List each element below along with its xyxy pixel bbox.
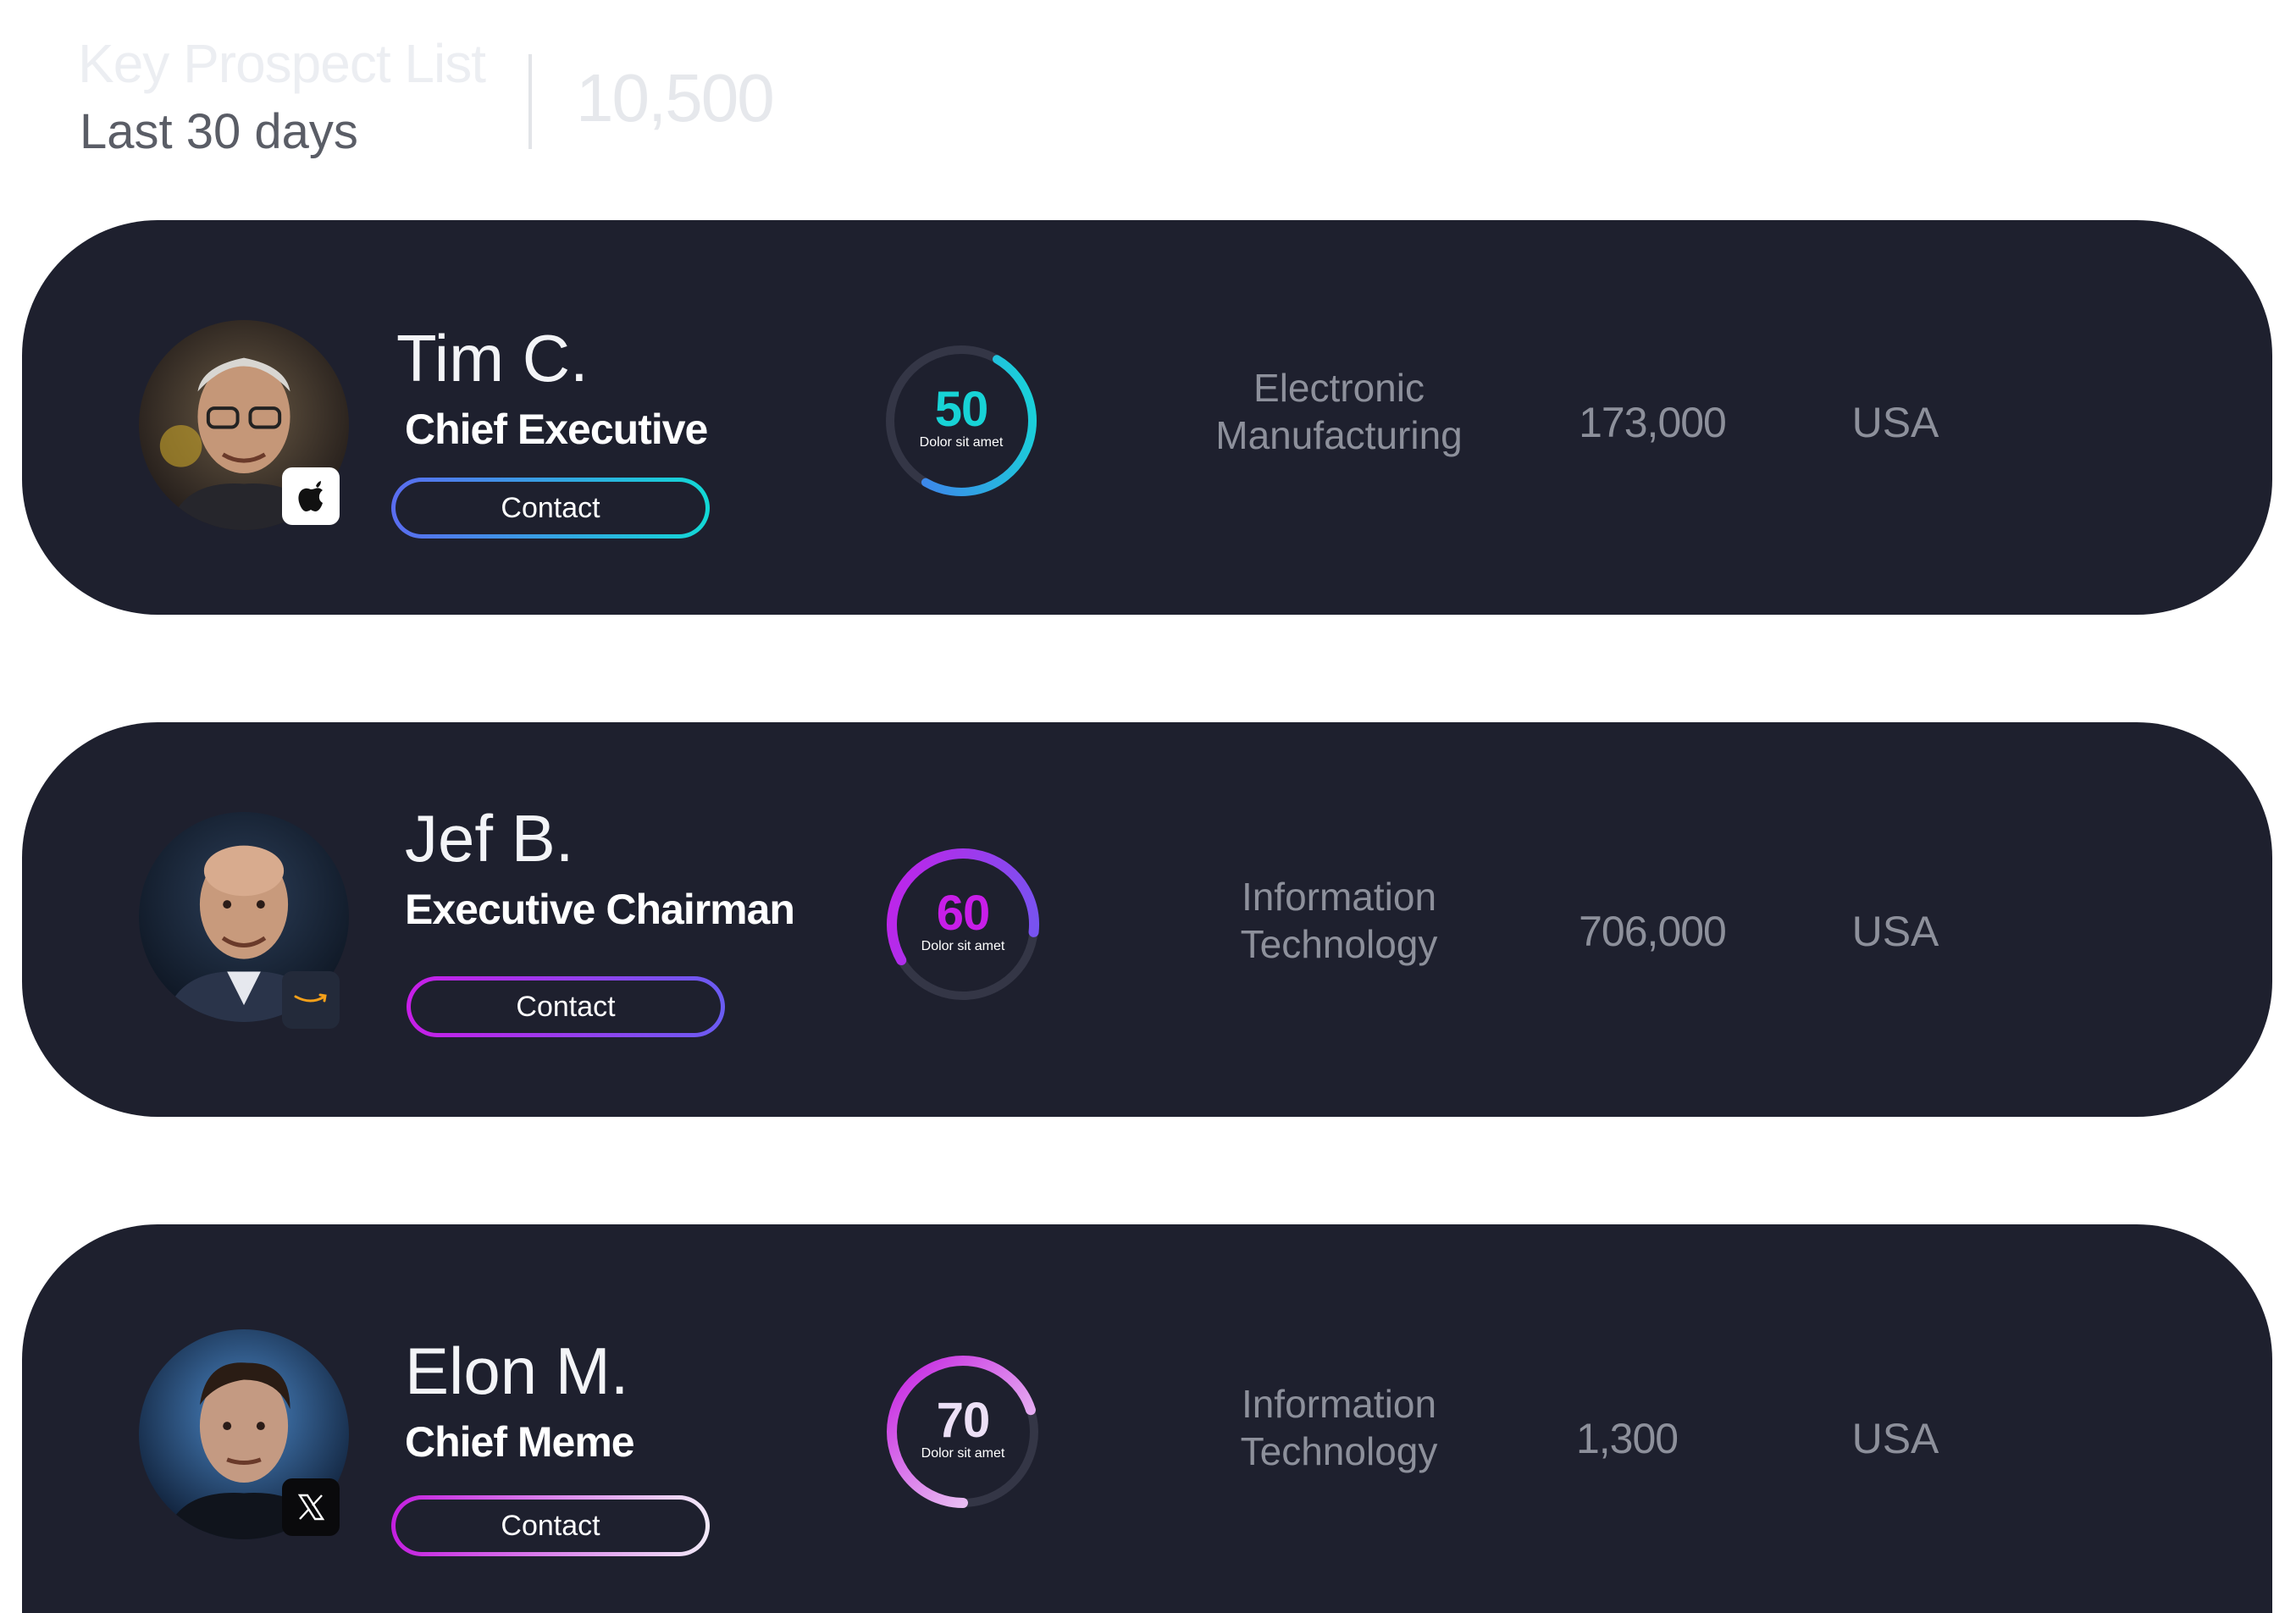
contact-button[interactable]: Contact: [391, 478, 710, 539]
x-logo-icon: [282, 1478, 340, 1536]
industry: Information Technology: [1165, 1380, 1513, 1475]
industry-line: Manufacturing: [1215, 413, 1463, 457]
score-gauge: 60 Dolor sit amet: [882, 844, 1043, 1005]
score-caption: Dolor sit amet: [921, 939, 1005, 953]
industry-line: Information: [1241, 1382, 1437, 1426]
score-gauge: 70 Dolor sit amet: [882, 1351, 1043, 1512]
prospect-card[interactable]: Elon M. Chief Meme Contact 70 Dolor sit …: [22, 1224, 2272, 1613]
employee-count: 173,000: [1579, 399, 1727, 446]
country: USA: [1851, 1415, 1939, 1462]
industry-line: Technology: [1240, 1429, 1438, 1473]
total-count: 10,500: [576, 60, 775, 135]
date-range-label: Last 30 days: [80, 104, 358, 159]
contact-button-label: Contact: [396, 482, 705, 534]
contact-button[interactable]: Contact: [407, 976, 725, 1037]
industry: Information Technology: [1165, 873, 1513, 968]
prospect-name: Tim C.: [396, 321, 589, 395]
prospect-title: Executive Chairman: [405, 886, 795, 933]
prospect-title: Chief Executive: [405, 406, 708, 453]
amazon-logo-icon: [282, 971, 340, 1029]
contact-button-label: Contact: [411, 981, 721, 1033]
employee-count: 1,300: [1575, 1415, 1679, 1462]
score-value: 50: [934, 382, 989, 437]
score-caption: Dolor sit amet: [921, 1446, 1005, 1461]
score-caption: Dolor sit amet: [919, 435, 1004, 450]
score-value: 70: [936, 1393, 991, 1448]
employee-count: 706,000: [1579, 908, 1727, 955]
list-header: Key Prospect List Last 30 days 10,500: [0, 0, 847, 169]
prospect-name: Jef B.: [405, 801, 574, 876]
contact-button[interactable]: Contact: [391, 1495, 710, 1556]
industry-line: Technology: [1240, 922, 1438, 966]
score-gauge: 50 Dolor sit amet: [881, 340, 1042, 501]
apple-logo-icon: [282, 467, 340, 525]
industry-line: Information: [1241, 875, 1437, 919]
industry-line: Electronic: [1253, 366, 1425, 410]
header-divider: [528, 54, 532, 149]
contact-button-label: Contact: [396, 1500, 705, 1552]
page-title: Key Prospect List: [78, 33, 486, 94]
industry: Electronic Manufacturing: [1165, 364, 1513, 459]
prospect-title: Chief Meme: [405, 1418, 635, 1466]
country: USA: [1851, 908, 1939, 955]
prospect-name: Elon M.: [405, 1334, 629, 1408]
prospect-card[interactable]: Jef B. Executive Chairman Contact 60 Dol…: [22, 722, 2272, 1117]
prospect-card[interactable]: Tim C. Chief Executive Contact 50 Dolor …: [22, 220, 2272, 615]
country: USA: [1851, 399, 1939, 446]
score-value: 60: [936, 886, 991, 941]
